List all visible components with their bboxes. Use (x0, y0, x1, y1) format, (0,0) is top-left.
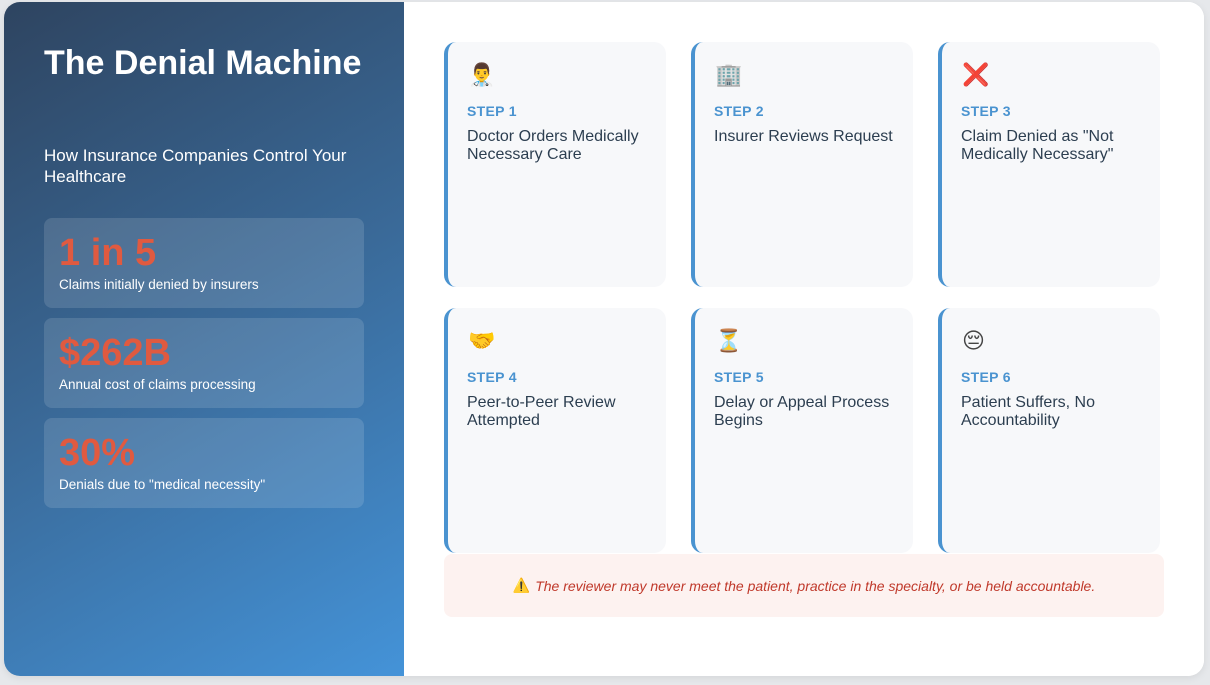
pensive-face-icon: 😔 (962, 328, 985, 353)
step-card-5: ⏳ STEP 5 Delay or Appeal Process Begins (691, 308, 913, 553)
stat-label: Denials due to "medical necessity" (59, 477, 266, 492)
steps-panel: 👨‍⚕️ STEP 1 Doctor Orders Medically Nece… (404, 2, 1204, 676)
step-label: STEP 1 (467, 103, 517, 119)
step-card-6: 😔 STEP 6 Patient Suffers, No Accountabil… (938, 308, 1160, 553)
warning-icon: ⚠️ (512, 577, 531, 593)
step-label: STEP 5 (714, 369, 764, 385)
stat-label: Claims initially denied by insurers (59, 277, 259, 292)
handshake-icon: 🤝 (468, 328, 496, 353)
denial-machine-card: The Denial Machine How Insurance Compani… (4, 2, 1204, 676)
step-text: Doctor Orders Medically Necessary Care (467, 128, 639, 163)
step-card-3: ❌ STEP 3 Claim Denied as "Not Medically … (938, 42, 1160, 287)
page-subtitle: How Insurance Companies Control Your Hea… (44, 146, 347, 186)
warning-text: The reviewer may never meet the patient,… (535, 577, 1096, 594)
step-text: Insurer Reviews Request (714, 128, 893, 145)
step-card-4: 🤝 STEP 4 Peer-to-Peer Review Attempted (444, 308, 666, 553)
step-label: STEP 4 (467, 369, 517, 385)
stat-value: 30% (59, 432, 136, 474)
step-label: STEP 3 (961, 103, 1011, 119)
step-label: STEP 2 (714, 103, 764, 119)
page-title: The Denial Machine (44, 44, 362, 82)
doctor-icon: 👨‍⚕️ (468, 62, 496, 87)
stat-label: Annual cost of claims processing (59, 377, 256, 392)
sidebar-panel: The Denial Machine How Insurance Compani… (4, 2, 404, 676)
warning-banner: ⚠️ The reviewer may never meet the patie… (444, 554, 1164, 617)
step-text: Delay or Appeal Process Begins (714, 394, 890, 429)
stat-value: $262B (59, 332, 171, 374)
step-text: Patient Suffers, No Accountability (961, 394, 1095, 429)
step-card-2: 🏢 STEP 2 Insurer Reviews Request (691, 42, 913, 287)
stat-card-denial-rate: 1 in 5 Claims initially denied by insure… (44, 218, 364, 308)
cross-mark-icon: ❌ (962, 62, 990, 87)
stat-value: 1 in 5 (59, 232, 157, 274)
step-label: STEP 6 (961, 369, 1011, 385)
office-building-icon: 🏢 (715, 62, 743, 87)
hourglass-icon: ⏳ (715, 328, 743, 353)
step-text: Peer-to-Peer Review Attempted (467, 394, 616, 429)
stat-card-processing-cost: $262B Annual cost of claims processing (44, 318, 364, 408)
step-card-1: 👨‍⚕️ STEP 1 Doctor Orders Medically Nece… (444, 42, 666, 287)
stat-card-medical-necessity: 30% Denials due to "medical necessity" (44, 418, 364, 508)
step-text: Claim Denied as "Not Medically Necessary… (961, 128, 1114, 163)
